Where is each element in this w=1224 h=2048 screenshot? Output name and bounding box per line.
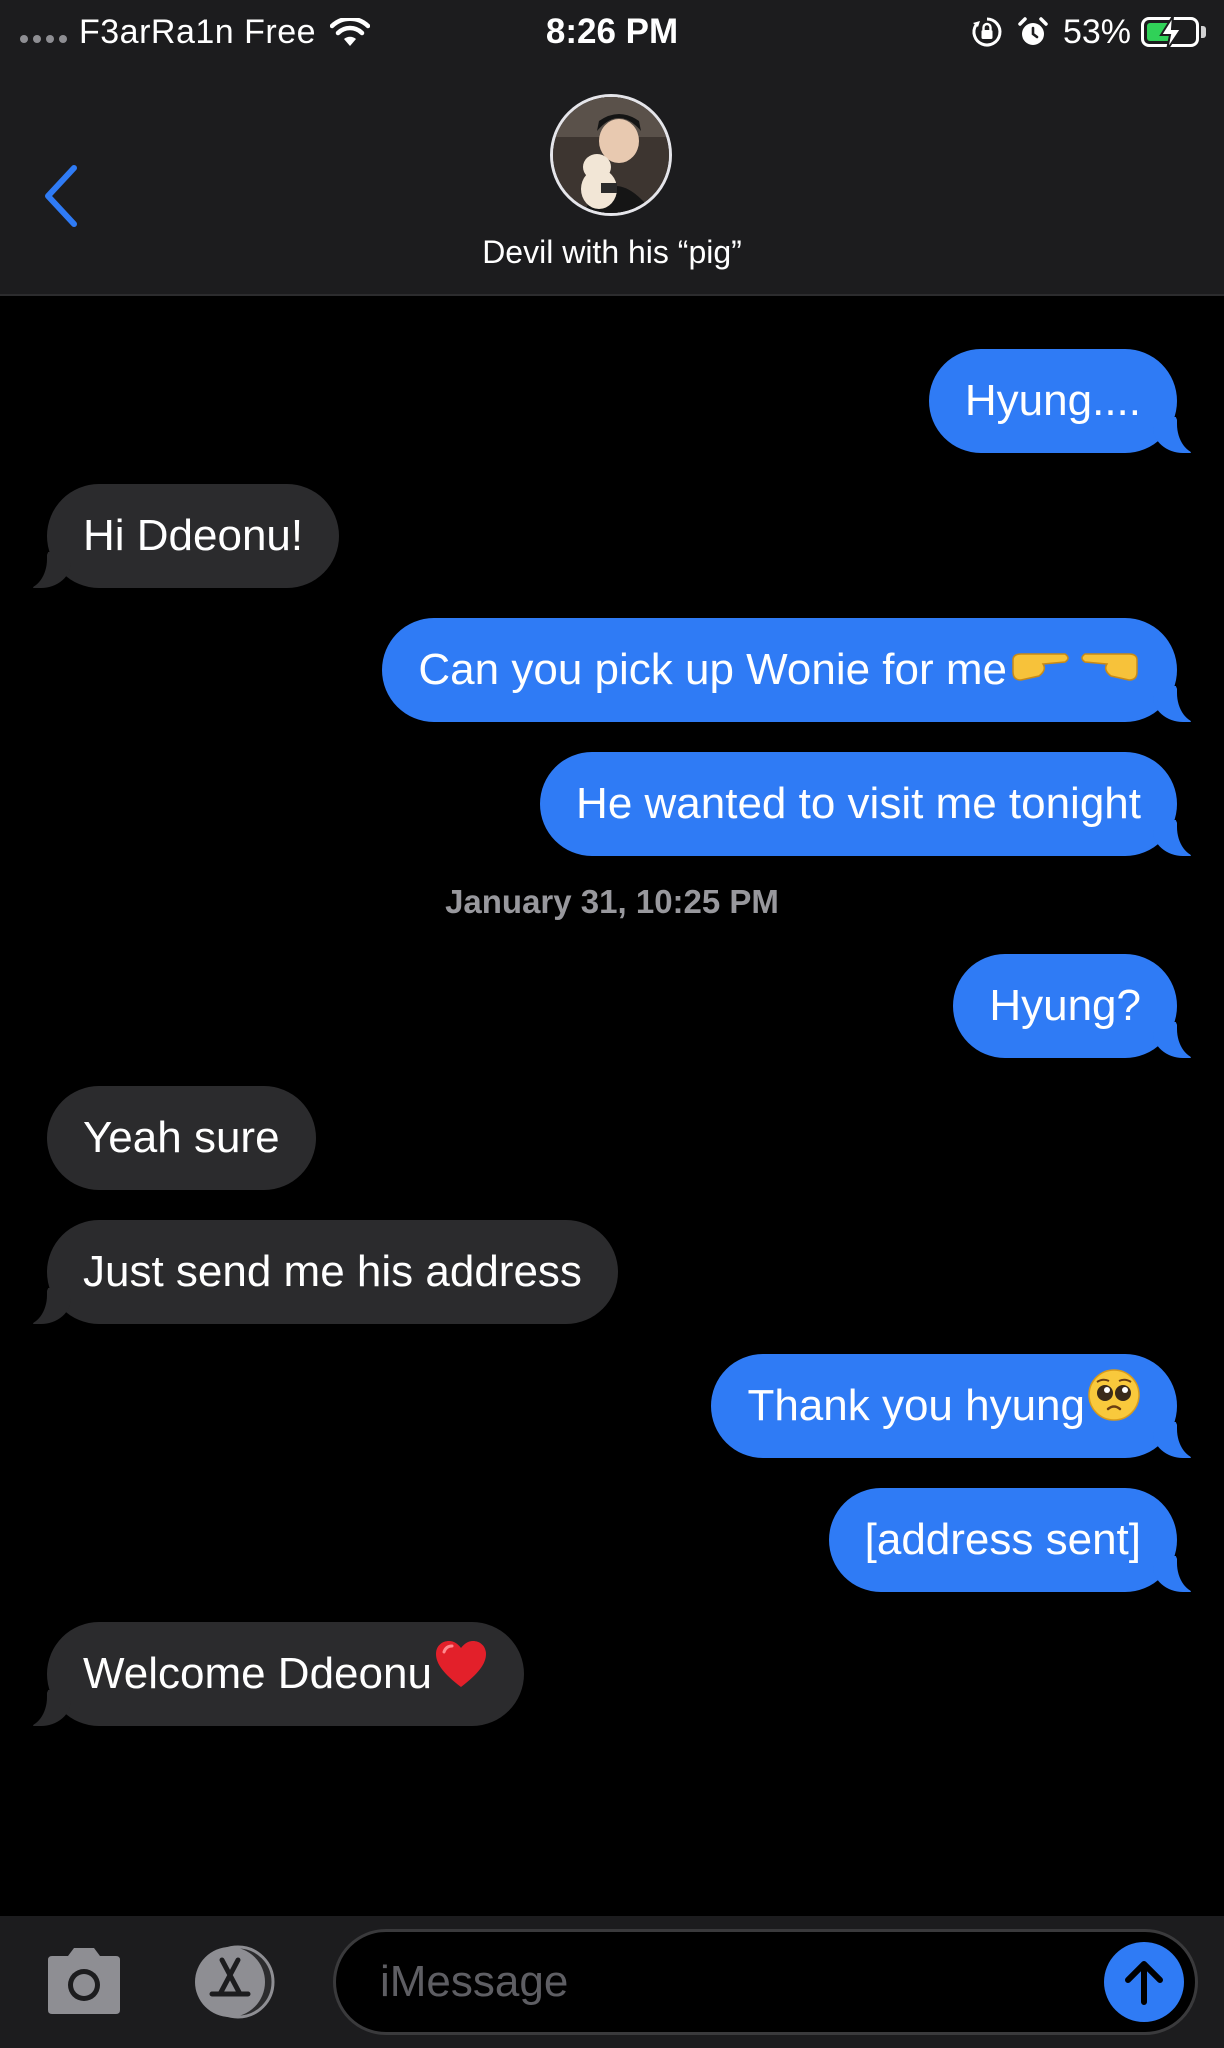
status-right: 53% — [971, 10, 1206, 54]
message-text: Hyung? — [989, 981, 1141, 1030]
timestamp-divider: January 31, 10:25 PM — [445, 883, 779, 920]
message-text: Yeah sure — [83, 1113, 280, 1162]
battery-cap — [1201, 26, 1206, 38]
chevron-left-icon — [45, 165, 77, 227]
send-button[interactable] — [1104, 1942, 1184, 2022]
red-heart-emoji — [434, 1624, 488, 1728]
camera-icon — [48, 1948, 120, 2014]
message-bubble-sent[interactable]: He wanted to visit me tonight — [540, 752, 1205, 857]
message-bubble-sent[interactable]: Thank you hyung — [711, 1354, 1205, 1460]
battery-charging-icon — [1141, 15, 1199, 51]
message-text: Can you pick up Wonie for me — [418, 645, 1007, 694]
message-text: He wanted to visit me tonight — [576, 779, 1141, 828]
orientation-lock-icon — [971, 16, 1003, 48]
status-bar: F3arRa1n Free 8:26 PM 53% — [0, 0, 1224, 64]
message-text: Hi Ddeonu! — [83, 511, 304, 560]
battery-percent: 53% — [1062, 12, 1131, 51]
app-store-icon — [195, 1945, 275, 2019]
message-input-placeholder: iMessage — [380, 1957, 569, 2006]
camera-button[interactable] — [46, 1946, 122, 2016]
pleading-face-emoji — [1087, 1356, 1141, 1460]
message-input[interactable]: iMessage — [333, 1929, 1198, 2035]
message-bubble-sent[interactable]: Can you pick up Wonie for me — [382, 618, 1205, 724]
alarm-icon — [1017, 16, 1049, 48]
message-bubble-received[interactable]: Yeah sure — [47, 1086, 316, 1190]
message-bubble-sent[interactable]: Hyung.... — [928, 349, 1206, 454]
pointing-right-emoji — [1009, 620, 1071, 724]
back-button[interactable] — [42, 156, 98, 236]
compose-bar: iMessage — [0, 1916, 1224, 2048]
message-text: Thank you hyung — [747, 1381, 1085, 1430]
message-text: Welcome Ddeonu — [83, 1649, 432, 1698]
message-bubble-received[interactable]: Just send me his address — [19, 1220, 618, 1325]
app-store-button[interactable] — [186, 1944, 282, 2020]
message-bubble-sent[interactable]: [address sent] — [828, 1488, 1206, 1593]
conversation-header: Devil with his “pig” — [0, 64, 1224, 296]
message-text: Just send me his address — [83, 1247, 582, 1296]
message-text: Hyung.... — [964, 376, 1141, 425]
pointing-left-emoji — [1079, 620, 1141, 724]
message-bubble-sent[interactable]: Hyung? — [953, 954, 1205, 1059]
contact-name[interactable]: Devil with his “pig” — [0, 234, 1224, 271]
message-bubble-received[interactable]: Welcome Ddeonu — [19, 1622, 524, 1728]
contact-avatar[interactable] — [550, 94, 672, 216]
send-arrow-icon — [1125, 1961, 1163, 2005]
message-text: [address sent] — [864, 1515, 1141, 1564]
message-bubble-received[interactable]: Hi Ddeonu! — [18, 484, 340, 589]
